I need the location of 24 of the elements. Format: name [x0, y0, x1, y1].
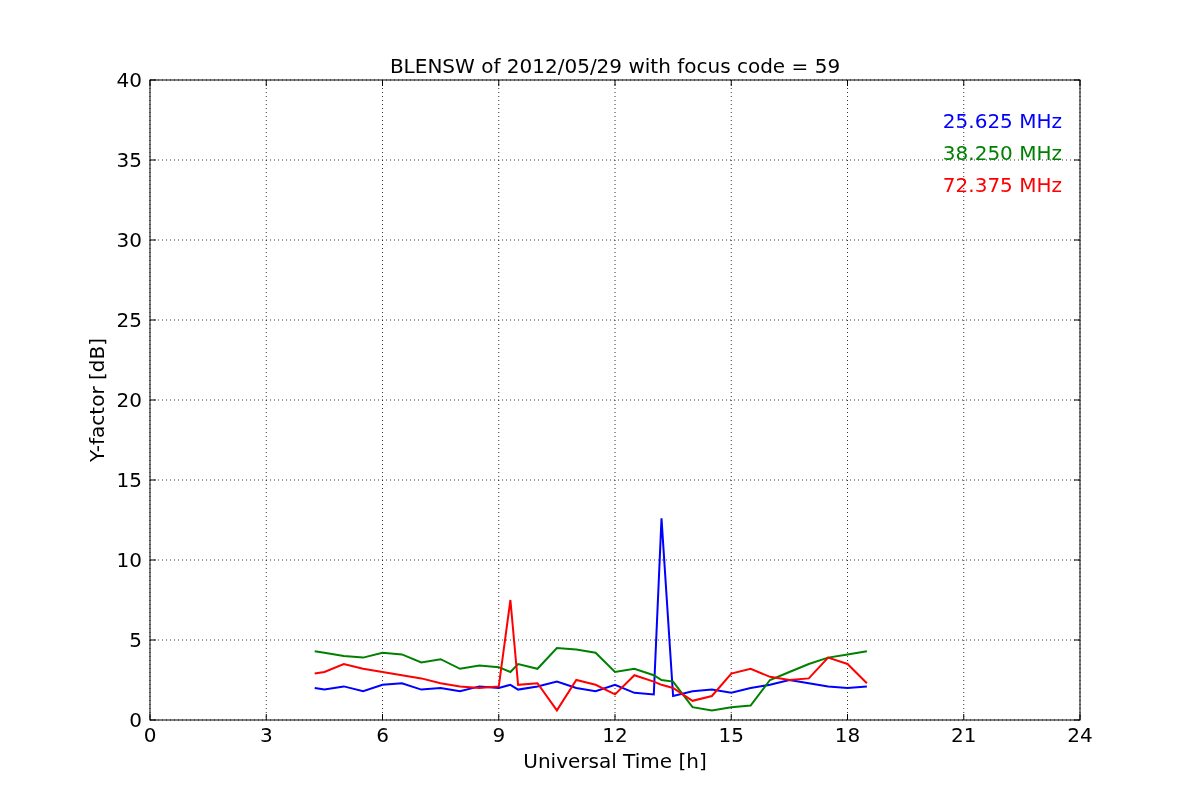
legend-label: 72.375 MHz — [942, 173, 1062, 197]
y-axis-label: Y-factor [dB] — [85, 338, 109, 462]
y-tick-label: 25 — [116, 308, 142, 332]
x-axis-label: Universal Time [h] — [523, 749, 707, 773]
x-tick-label: 24 — [1067, 723, 1093, 747]
chart-title: BLENSW of 2012/05/29 with focus code = 59 — [389, 54, 841, 78]
legend-label: 38.250 MHz — [942, 141, 1062, 165]
y-tick-label: 35 — [116, 148, 142, 172]
y-tick-label: 5 — [129, 628, 142, 652]
y-tick-label: 10 — [116, 548, 142, 572]
x-tick-label: 21 — [951, 723, 977, 747]
x-tick-label: 0 — [143, 723, 157, 747]
x-tick-label: 15 — [718, 723, 744, 747]
y-tick-label: 30 — [116, 228, 142, 252]
x-tick-label: 6 — [376, 723, 389, 747]
x-tick-label: 18 — [834, 723, 861, 747]
y-tick-label: 0 — [129, 708, 142, 732]
y-tick-label: 15 — [116, 468, 142, 492]
y-tick-label: 40 — [116, 68, 142, 92]
x-tick-label: 12 — [602, 723, 628, 747]
legend-label: 25.625 MHz — [942, 109, 1062, 133]
x-tick-label: 9 — [492, 723, 506, 747]
y-tick-label: 20 — [116, 388, 142, 412]
x-tick-label: 3 — [259, 723, 273, 747]
